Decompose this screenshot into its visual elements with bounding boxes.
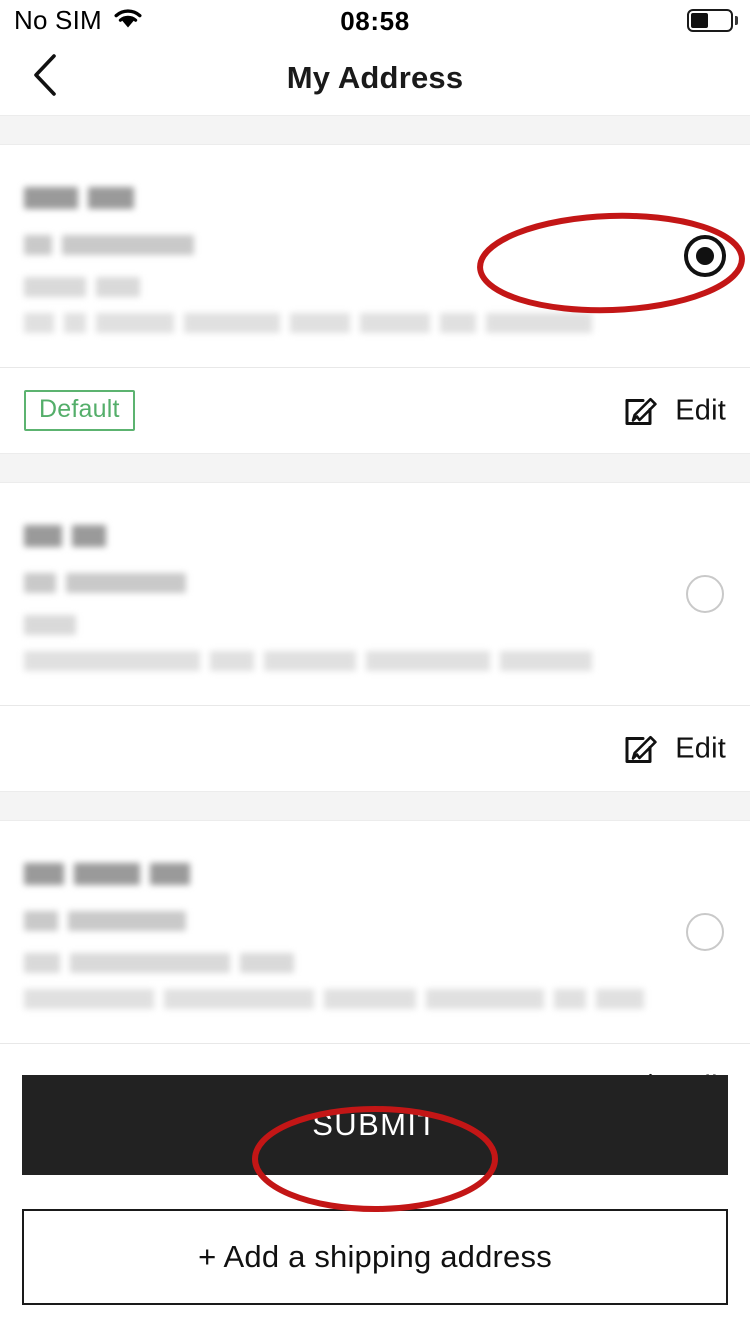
address-select-radio-unselected[interactable] bbox=[684, 911, 726, 953]
phone-number-redacted bbox=[24, 573, 664, 593]
address-text-block bbox=[24, 863, 664, 1009]
address-card-body[interactable] bbox=[0, 145, 750, 367]
address-text-block bbox=[24, 525, 664, 671]
status-bar: No SIM 08:58 bbox=[0, 0, 750, 40]
phone-screen: No SIM 08:58 My Address Default Edit Edi… bbox=[0, 0, 750, 1333]
address-line-1-redacted bbox=[24, 953, 664, 973]
phone-number-redacted bbox=[24, 235, 664, 255]
recipient-name-redacted bbox=[24, 187, 664, 209]
address-card-footer: Default Edit bbox=[0, 367, 750, 453]
address-select-radio-selected[interactable] bbox=[684, 235, 726, 277]
default-badge: Default bbox=[24, 390, 135, 431]
battery-icon bbox=[687, 9, 733, 32]
status-bar-time: 08:58 bbox=[340, 6, 410, 36]
address-line-2-redacted bbox=[24, 651, 664, 671]
status-bar-right bbox=[687, 9, 738, 32]
address-line-1-redacted bbox=[24, 277, 664, 297]
recipient-name-redacted bbox=[24, 863, 664, 885]
battery-nub-icon bbox=[735, 16, 738, 25]
edit-address-button[interactable]: Edit bbox=[621, 726, 726, 771]
address-line-2-redacted bbox=[24, 989, 664, 1009]
section-divider bbox=[0, 791, 750, 821]
phone-number-redacted bbox=[24, 911, 664, 931]
page-title: My Address bbox=[286, 59, 464, 95]
section-divider bbox=[0, 453, 750, 483]
edit-address-button[interactable]: Edit bbox=[621, 388, 726, 433]
pencil-square-icon bbox=[621, 388, 661, 433]
address-line-1-redacted bbox=[24, 615, 664, 635]
submit-button[interactable]: SUBMIT bbox=[22, 1075, 728, 1175]
address-select-radio-unselected[interactable] bbox=[684, 573, 726, 615]
edit-label: Edit bbox=[675, 394, 726, 426]
address-text-block bbox=[24, 187, 664, 333]
recipient-name-redacted bbox=[24, 525, 664, 547]
nav-bar: My Address bbox=[0, 40, 750, 115]
edit-label: Edit bbox=[675, 732, 726, 764]
address-card-body[interactable] bbox=[0, 483, 750, 705]
address-card[interactable]: Default Edit bbox=[0, 145, 750, 453]
address-card[interactable]: Edit bbox=[0, 483, 750, 791]
address-line-2-redacted bbox=[24, 313, 664, 333]
add-shipping-address-button[interactable]: + Add a shipping address bbox=[22, 1209, 728, 1305]
pencil-square-icon bbox=[621, 726, 661, 771]
bottom-action-bar: SUBMIT + Add a shipping address bbox=[0, 1075, 750, 1333]
address-card-footer: Edit bbox=[0, 705, 750, 791]
section-divider bbox=[0, 115, 750, 145]
address-card-body[interactable] bbox=[0, 821, 750, 1043]
